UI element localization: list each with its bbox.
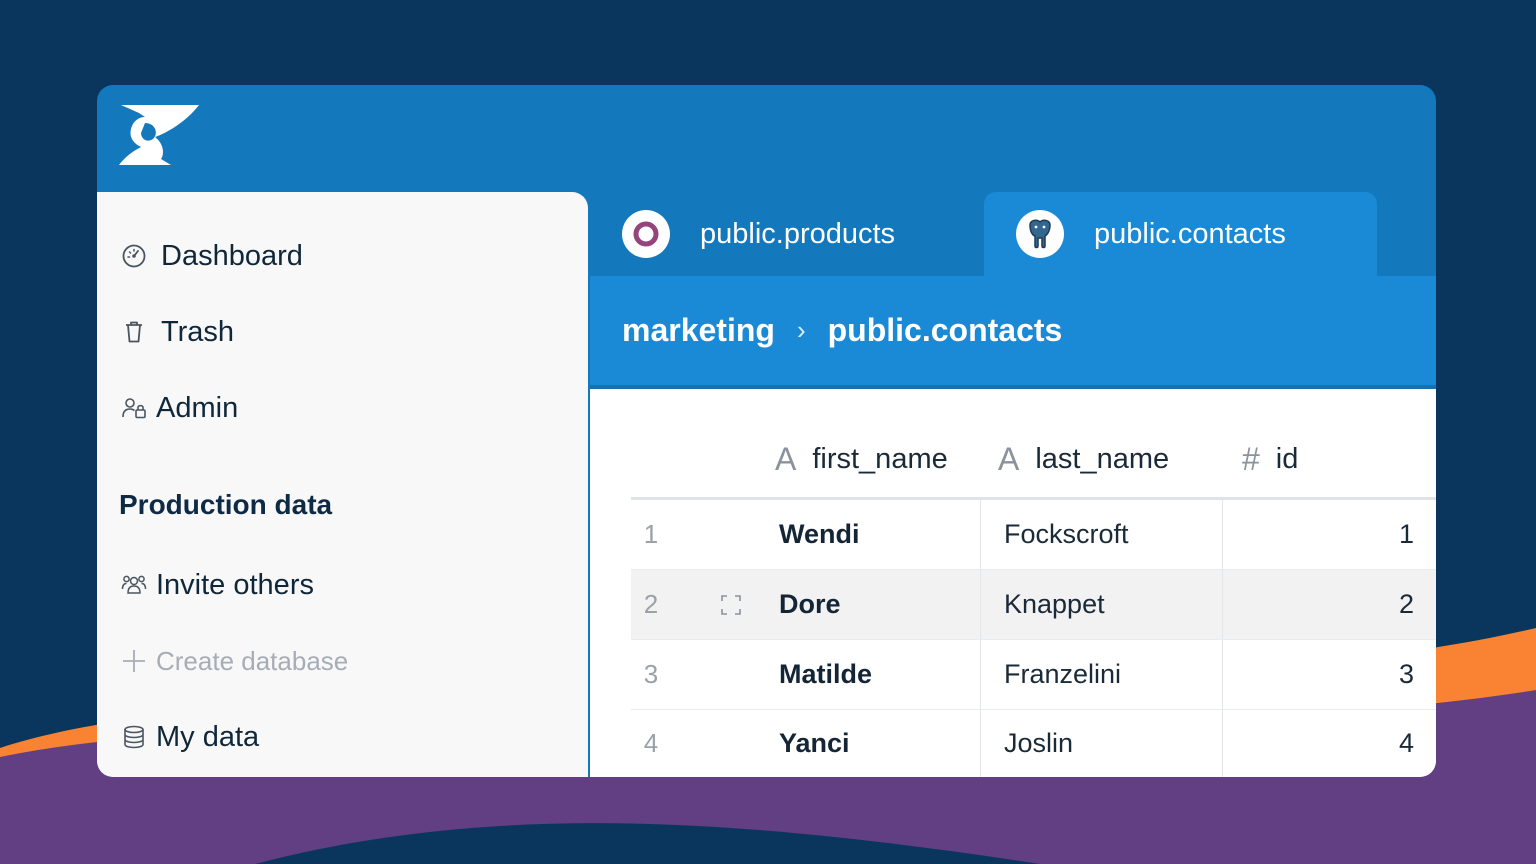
cell-id[interactable]: 2 — [1223, 570, 1414, 639]
postgres-elephant-icon — [1016, 210, 1064, 258]
tab-public-products[interactable]: public.products — [590, 192, 983, 276]
sidebar-item-label: Create database — [156, 645, 349, 676]
column-divider — [980, 640, 981, 709]
sidebar-item-label: Admin — [156, 391, 239, 424]
cell-first-name[interactable]: Wendi — [779, 500, 860, 569]
column-divider — [980, 570, 981, 639]
cell-last-name[interactable]: Franzelini — [1004, 640, 1121, 709]
cell-first-name[interactable]: Dore — [779, 570, 841, 639]
tab-label: public.contacts — [1094, 217, 1286, 250]
trash-icon — [119, 317, 149, 347]
sidebar: Dashboard Trash Admin Production data In… — [97, 192, 588, 777]
column-header-id[interactable]: # id — [1242, 437, 1298, 481]
row-number: 4 — [643, 728, 659, 758]
column-divider — [980, 500, 981, 569]
table-row[interactable]: 3 Matilde Franzelini 3 — [631, 640, 1436, 710]
table-row[interactable]: 2 Dore Knappet 2 — [631, 570, 1436, 640]
tab-label: public.products — [700, 217, 896, 250]
table-row[interactable]: 4 Yanci Joslin 4 — [631, 709, 1436, 777]
sidebar-item-label: Dashboard — [161, 239, 303, 272]
section-title-production-data: Production data — [119, 489, 333, 520]
cell-id[interactable]: 3 — [1223, 640, 1414, 709]
row-number: 1 — [643, 519, 659, 549]
column-header-label: first_name — [812, 442, 948, 475]
text-type-icon: A — [998, 440, 1020, 477]
users-icon — [119, 570, 149, 600]
breadcrumb-parent[interactable]: marketing — [622, 312, 775, 349]
cell-last-name[interactable]: Joslin — [1004, 709, 1073, 777]
column-divider — [980, 709, 981, 777]
cell-id[interactable]: 4 — [1223, 709, 1414, 777]
column-header-last-name[interactable]: A last_name — [998, 437, 1169, 481]
cell-first-name[interactable]: Yanci — [779, 709, 850, 777]
row-number: 2 — [643, 589, 659, 619]
column-header-label: id — [1275, 442, 1299, 475]
sidebar-item-dashboard[interactable]: Dashboard — [119, 236, 303, 276]
column-header-first-name[interactable]: A first_name — [775, 437, 948, 481]
table-row[interactable]: 1 Wendi Fockscroft 1 — [631, 500, 1436, 570]
main-panel: public.products public.contacts marketin… — [590, 192, 1436, 777]
create-database-button[interactable]: Create database — [119, 641, 348, 681]
users-lock-icon — [119, 393, 149, 423]
sidebar-item-invite-others[interactable]: Invite others — [119, 565, 314, 605]
app-window: Dashboard Trash Admin Production data In… — [97, 85, 1436, 777]
sidebar-item-label: Trash — [161, 315, 235, 348]
plus-icon — [119, 646, 149, 676]
tab-public-contacts[interactable]: public.contacts — [984, 192, 1377, 276]
row-number: 3 — [643, 659, 659, 689]
expand-row-icon[interactable] — [719, 570, 743, 639]
pelican-logo-icon — [119, 105, 199, 165]
text-type-icon: A — [775, 440, 797, 477]
sidebar-item-trash[interactable]: Trash — [119, 312, 234, 352]
column-header-label: last_name — [1035, 442, 1170, 475]
sidebar-item-my-data[interactable]: My data — [119, 717, 259, 757]
sidebar-item-admin[interactable]: Admin — [119, 388, 238, 428]
cell-id[interactable]: 1 — [1223, 500, 1414, 569]
number-type-icon: # — [1242, 440, 1260, 477]
sidebar-item-label: Invite others — [156, 568, 314, 601]
sidebar-item-label: My data — [156, 720, 260, 753]
gauge-icon — [119, 241, 149, 271]
cell-last-name[interactable]: Fockscroft — [1004, 500, 1129, 569]
breadcrumb: marketing › public.contacts — [590, 276, 1436, 389]
cell-first-name[interactable]: Matilde — [779, 640, 872, 709]
ring-icon — [622, 210, 670, 258]
breadcrumb-separator: › — [796, 315, 806, 345]
cell-last-name[interactable]: Knappet — [1004, 570, 1105, 639]
database-icon — [119, 722, 149, 752]
data-table: A first_name A last_name # id 1 Wendi Fo… — [590, 389, 1436, 777]
breadcrumb-current: public.contacts — [827, 312, 1063, 348]
